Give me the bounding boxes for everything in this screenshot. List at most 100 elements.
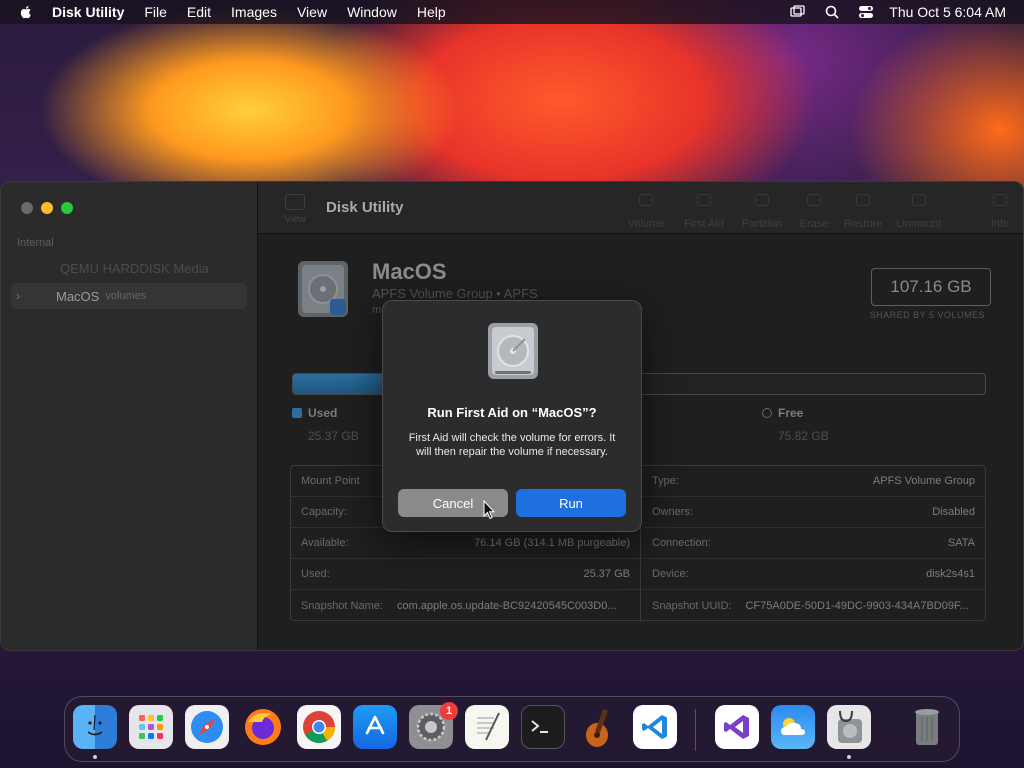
volume-subtitle-2: m (372, 304, 382, 316)
info-row: Connection: SATA (642, 528, 985, 559)
weather-icon[interactable] (771, 705, 815, 749)
menu-images[interactable]: Images (231, 4, 277, 20)
toolbar-label: Unmount (896, 218, 942, 230)
legend-used-label: Used (308, 406, 338, 420)
zoom-button[interactable] (61, 202, 73, 214)
toolbar: View Disk Utility Volume First Aid Parti… (258, 182, 1023, 234)
menu-clock[interactable]: Thu Oct 5 6:04 AM (889, 4, 1006, 20)
view-label: View (284, 214, 306, 225)
toolbar-erase-button[interactable]: Erase (789, 194, 839, 230)
info-key: Snapshot UUID: (652, 599, 732, 612)
partition-icon (755, 194, 769, 206)
info-row: Available: 76.14 GB (314.1 MB purgeable) (291, 528, 640, 559)
control-center-icon[interactable] (857, 4, 875, 20)
mouse-pointer-icon (483, 500, 495, 520)
sidebar-item-sublabel: volumes (105, 290, 147, 302)
menu-view[interactable]: View (297, 4, 327, 20)
volume-subtitle: APFS Volume Group • APFS (372, 286, 538, 301)
info-value: disk2s4s1 (926, 568, 975, 580)
vscode-icon[interactable] (633, 705, 677, 749)
restore-icon (856, 194, 870, 206)
sidebar: Internal QEMU HARDDISK Media › MacOS vol… (1, 182, 258, 650)
toolbar-label: Volume (627, 218, 665, 230)
sidebar-item-qemu-disk[interactable]: QEMU HARDDISK Media (11, 255, 247, 281)
chevron-right-icon[interactable]: › (16, 289, 26, 303)
view-button[interactable]: View (278, 194, 312, 225)
free-swatch (762, 408, 772, 418)
disk-utility-running-indicator (847, 755, 851, 759)
safari-icon[interactable] (185, 705, 229, 749)
app-store-icon[interactable] (353, 705, 397, 749)
info-key: Type: (652, 475, 679, 487)
info-key: Available: (301, 537, 349, 549)
textedit-icon[interactable] (465, 705, 509, 749)
status-area: Thu Oct 5 6:04 AM (773, 4, 1006, 20)
plus-minus-icon (639, 194, 653, 206)
toolbar-label: Info (990, 218, 1010, 230)
legend-used-value: 25.37 GB (308, 429, 359, 443)
eject-icon (912, 194, 926, 206)
run-button[interactable]: Run (516, 489, 626, 517)
finder-icon[interactable] (73, 705, 117, 749)
info-icon (993, 194, 1007, 206)
info-key: Capacity: (301, 506, 347, 518)
info-key: Mount Point (301, 475, 360, 487)
menu-edit[interactable]: Edit (187, 4, 211, 20)
disk-utility-icon[interactable] (827, 705, 871, 749)
close-button[interactable] (21, 202, 33, 214)
minimize-button[interactable] (41, 202, 53, 214)
firefox-icon[interactable] (241, 705, 285, 749)
toolbar-label: Partition (741, 218, 783, 230)
info-row: Used: 25.37 GB (291, 559, 640, 590)
hard-drive-icon (488, 323, 538, 379)
internal-disk-icon (298, 261, 348, 317)
garageband-icon[interactable] (577, 705, 621, 749)
sidebar-item-macos[interactable]: › MacOS volumes (11, 283, 247, 309)
chrome-icon[interactable] (297, 705, 341, 749)
volume-size: 107.16 GB (871, 268, 991, 306)
toolbar-volume-button[interactable]: Volume (621, 194, 671, 230)
toolbar-label: Erase (799, 218, 829, 230)
screen-mirroring-icon[interactable] (789, 4, 807, 20)
used-swatch (292, 408, 302, 418)
menu-bar: Disk Utility File Edit Images View Windo… (0, 0, 1024, 24)
spotlight-search-icon[interactable] (823, 4, 841, 20)
info-value: 76.14 GB (314.1 MB purgeable) (474, 537, 630, 549)
apple-logo-icon[interactable] (18, 4, 34, 20)
sidebar-section-internal: Internal (17, 237, 54, 249)
toolbar-partition-button[interactable]: Partition (737, 194, 787, 230)
legend-free: Free (762, 406, 803, 420)
info-key: Connection: (652, 537, 711, 549)
menu-window[interactable]: Window (347, 4, 397, 20)
toolbar-unmount-button[interactable]: Unmount (894, 194, 944, 230)
sidebar-item-label: QEMU HARDDISK Media (60, 260, 209, 276)
menu-help[interactable]: Help (417, 4, 446, 20)
dock-separator (695, 709, 696, 751)
visual-studio-icon[interactable] (715, 705, 759, 749)
info-value: APFS Volume Group (872, 475, 975, 487)
erase-icon (807, 194, 821, 206)
toolbar-first-aid-button[interactable]: First Aid (679, 194, 729, 230)
info-row: Snapshot UUID: CF75A0DE-50D1-49DC-9903-43… (642, 590, 985, 621)
launchpad-icon[interactable] (129, 705, 173, 749)
info-value: Disabled (932, 506, 975, 518)
toolbar-info-button[interactable]: Info (975, 194, 1023, 230)
info-row: Type: APFS Volume Group (642, 466, 985, 497)
info-right-column: Type: APFS Volume Group Owners: Disabled C… (642, 466, 985, 620)
info-value: 25.37 GB (583, 568, 630, 580)
first-aid-dialog: Run First Aid on “MacOS”? First Aid will… (382, 300, 642, 532)
toolbar-restore-button[interactable]: Restore (838, 194, 888, 230)
window-title: Disk Utility (326, 199, 404, 216)
dialog-message: First Aid will check the volume for erro… (408, 432, 616, 458)
trash-icon[interactable] (905, 705, 949, 749)
stethoscope-icon (697, 194, 711, 206)
sidebar-item-label: MacOS (56, 288, 100, 304)
volume-size-caption: SHARED BY 5 VOLUMES (869, 310, 985, 320)
terminal-icon[interactable] (521, 705, 565, 749)
info-value: CF75A0DE-50D1-49DC-9903-434A7BD09F... (745, 599, 969, 612)
menu-app-name[interactable]: Disk Utility (52, 4, 124, 20)
info-row: Device: disk2s4s1 (642, 559, 985, 590)
info-key: Snapshot Name: (301, 599, 383, 612)
info-key: Used: (301, 568, 330, 580)
menu-file[interactable]: File (144, 4, 167, 20)
